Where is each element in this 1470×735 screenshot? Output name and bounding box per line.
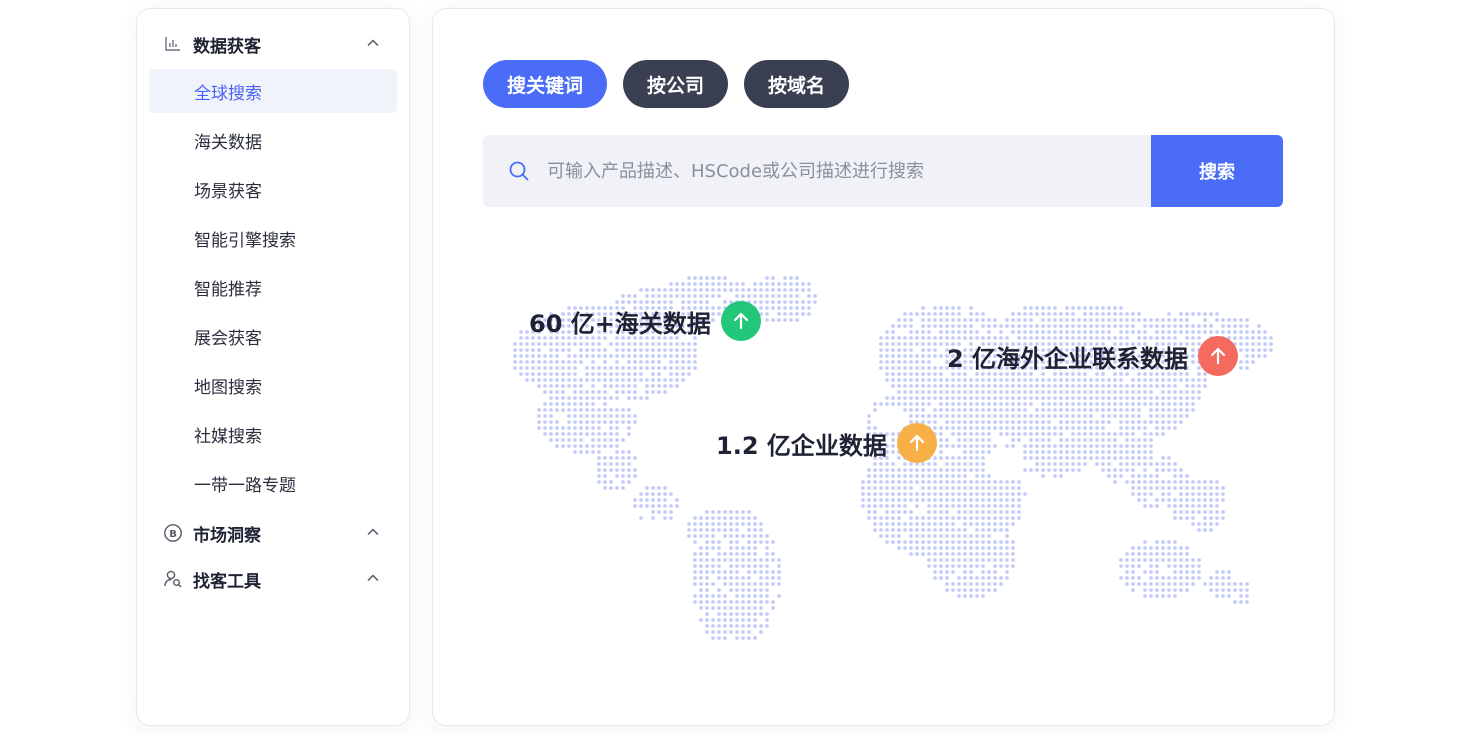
chevron-up-icon[interactable]: [365, 35, 381, 51]
sidebar-item-customs-data[interactable]: 海关数据: [149, 118, 397, 162]
nav-group-label: 市场洞察: [193, 525, 261, 546]
sidebar-item-smart-engine-search[interactable]: 智能引擎搜索: [149, 216, 397, 260]
nav-list: 全球搜索 海关数据 场景获客 智能引擎搜索 智能推荐 展会获客 地图搜索 社媒搜…: [137, 69, 409, 505]
stat-text: 2 亿海外企业联系数据: [947, 344, 1189, 373]
chevron-up-icon[interactable]: [365, 524, 381, 540]
bitcoin-circle-icon: B: [163, 523, 183, 543]
nav-group-label: 找客工具: [193, 571, 261, 592]
stat-companies: 1.2 亿企业数据: [716, 423, 937, 463]
sidebar-item-global-search[interactable]: 全球搜索: [149, 69, 397, 113]
arrow-up-icon: [896, 423, 937, 463]
stat-customs: 60 亿+海关数据: [529, 301, 761, 341]
sidebar-item-exhibition[interactable]: 展会获客: [149, 314, 397, 358]
svg-text:B: B: [169, 529, 177, 540]
sidebar-item-map-search[interactable]: 地图搜索: [149, 363, 397, 407]
sidebar-item-belt-road[interactable]: 一带一路专题: [149, 461, 397, 505]
nav-group-label: 数据获客: [193, 36, 261, 57]
search-input[interactable]: [547, 135, 1151, 207]
nav-group-data-acquisition[interactable]: 数据获客: [149, 21, 397, 67]
main-panel: 搜关键词 按公司 按域名 搜索 60 亿+海关数据 2 亿海外企业联系数据 1.…: [432, 8, 1335, 726]
arrow-up-icon: [1198, 336, 1239, 376]
tab-domain[interactable]: 按域名: [744, 60, 850, 108]
arrow-up-icon: [720, 301, 761, 341]
nav-group-market-insight[interactable]: B 市场洞察: [149, 510, 397, 556]
sidebar: 数据获客 全球搜索 海关数据 场景获客 智能引擎搜索 智能推荐 展会获客 地图搜…: [136, 8, 410, 726]
stat-text: 60 亿+海关数据: [529, 309, 711, 338]
sidebar-item-social-search[interactable]: 社媒搜索: [149, 412, 397, 456]
search-icon: [509, 161, 529, 181]
search-bar: 搜索: [483, 135, 1283, 207]
user-search-icon: [163, 569, 183, 589]
search-mode-tabs: 搜关键词 按公司 按域名: [483, 60, 850, 108]
chevron-up-icon[interactable]: [365, 570, 381, 586]
stat-text: 1.2 亿企业数据: [716, 431, 887, 460]
search-button[interactable]: 搜索: [1151, 135, 1283, 207]
bar-chart-icon: [163, 34, 183, 54]
stat-contacts: 2 亿海外企业联系数据: [947, 336, 1239, 376]
tab-company[interactable]: 按公司: [623, 60, 729, 108]
nav-group-customer-tools[interactable]: 找客工具: [149, 556, 397, 602]
sidebar-item-smart-recommend[interactable]: 智能推荐: [149, 265, 397, 309]
tab-keyword[interactable]: 搜关键词: [483, 60, 608, 108]
sidebar-item-scene-acquisition[interactable]: 场景获客: [149, 167, 397, 211]
